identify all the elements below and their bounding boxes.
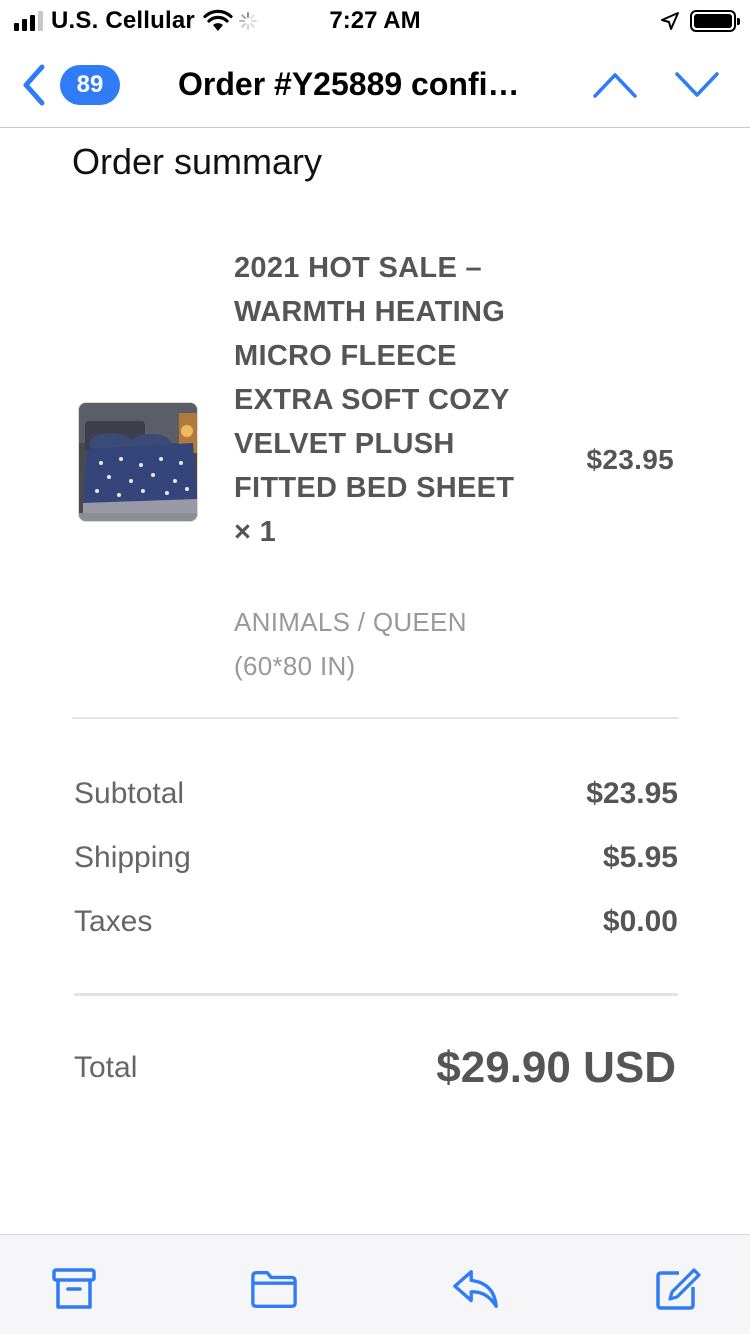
status-bar: U.S. Cellular 7:27 AM (0, 0, 750, 42)
mail-screen: U.S. Cellular 7:27 AM 89 Order #Y25889 c… (0, 0, 750, 1334)
battery-icon (690, 10, 740, 32)
total-value: $29.90 USD (436, 1043, 676, 1092)
shipping-label: Shipping (74, 841, 191, 874)
total-row: Total $29.90 USD (74, 1038, 678, 1098)
status-right (660, 6, 740, 36)
divider (72, 717, 679, 719)
order-line-item: 2021 HOT SALE – WARMTH HEATING MICRO FLE… (72, 246, 678, 686)
reply-icon (453, 1270, 498, 1308)
back-button[interactable] (14, 60, 54, 110)
move-to-folder-button[interactable] (250, 1265, 298, 1313)
shipping-row: Shipping $5.95 (74, 838, 678, 878)
nav-bar: 89 Order #Y25889 confi… (0, 42, 750, 128)
total-label: Total (74, 1051, 138, 1084)
taxes-value: $0.00 (602, 905, 678, 938)
message-subject-title: Order #Y25889 confi… (178, 66, 520, 102)
chevron-down-icon (675, 72, 719, 97)
email-body[interactable]: Order summary 2021 HOT SALE – WARMTH HEA… (0, 128, 750, 1234)
archive-button[interactable] (50, 1265, 98, 1313)
location-arrow-icon (661, 12, 679, 30)
subtotal-value: $23.95 (586, 777, 678, 810)
product-title: 2021 HOT SALE – WARMTH HEATING MICRO FLE… (234, 252, 515, 548)
previous-message-button[interactable] (592, 62, 638, 108)
taxes-label: Taxes (74, 905, 153, 938)
bed-sheet-image (79, 403, 197, 521)
unread-count-badge[interactable]: 89 (60, 65, 120, 105)
compose-button[interactable] (654, 1265, 702, 1313)
subtotal-label: Subtotal (74, 777, 185, 810)
product-thumbnail[interactable] (78, 402, 198, 522)
status-time: 7:27 AM (329, 7, 421, 34)
subtotal-row: Subtotal $23.95 (74, 774, 678, 814)
product-price: $23.95 (586, 444, 674, 475)
next-message-button[interactable] (674, 62, 720, 108)
archive-icon (52, 1268, 96, 1309)
folder-icon (251, 1270, 297, 1308)
divider (74, 993, 678, 996)
taxes-row: Taxes $0.00 (74, 902, 678, 942)
reply-button[interactable] (452, 1265, 500, 1313)
shipping-value: $5.95 (602, 841, 678, 874)
order-summary-heading: Order summary (72, 141, 323, 182)
compose-icon (656, 1268, 701, 1310)
product-variant: ANIMALS / QUEEN (60*80 IN) (234, 607, 467, 681)
chevron-up-icon (593, 73, 637, 98)
chevron-left-icon (23, 64, 45, 106)
bottom-toolbar (0, 1234, 750, 1334)
